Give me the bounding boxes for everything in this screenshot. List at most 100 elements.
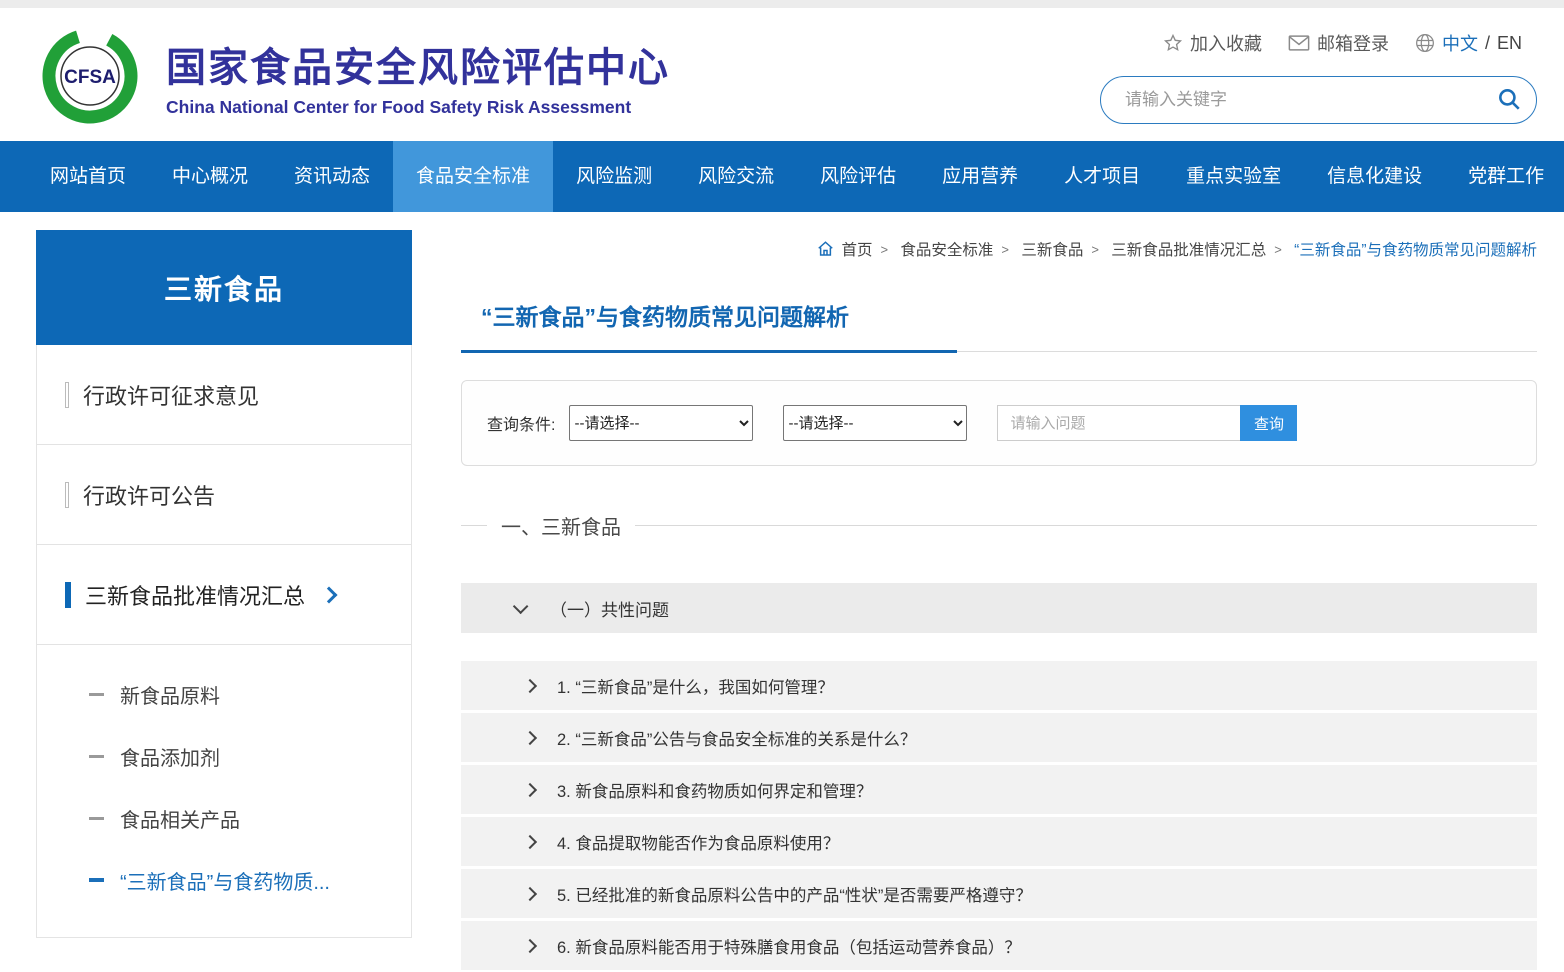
item-marker [65,482,69,508]
accordion-label: （一）共性问题 [550,596,669,621]
search-button[interactable] [1482,77,1536,123]
search-input[interactable] [1125,90,1482,110]
item-marker [65,582,71,608]
sidebar-item-label: 行政许可公告 [83,479,215,511]
question-input[interactable] [997,405,1240,441]
site-search [1100,76,1537,124]
breadcrumb-item[interactable]: 三新食品 > [1021,238,1107,260]
question-row[interactable]: 5. 已经批准的新食品原料公告中的产品“性状”是否需要严格遵守？ [461,869,1537,918]
sidebar: 三新食品 行政许可征求意见 行政许可公告 [36,230,412,938]
nav-item[interactable]: 应用营养 [919,141,1041,212]
question-text: 1. “三新食品”是什么，我国如何管理？ [557,674,834,698]
sidebar-subitems: 新食品原料 食品添加剂 食品相关产品 “三新食品”与食药物质.. [37,645,411,937]
nav-item[interactable]: 党群工作 [1445,141,1564,212]
question-row[interactable]: 3. 新食品原料和食药物质如何界定和管理？ [461,765,1537,814]
home-icon[interactable] [816,240,835,258]
sidebar-items: 行政许可征求意见 行政许可公告 三新食品批准情况汇总 [37,345,411,645]
cfsa-logo-icon: CFSA [34,26,146,126]
main-navbar: 网站首页 中心概况 资讯动态 食品安全标准 风险监测 风险交流 风险评估 应用营… [0,141,1564,212]
breadcrumb: 首页 > 食品安全标准 > 三新食品 > 三新食品批准情况汇总 [461,238,1537,260]
dash-icon [89,755,104,758]
question-row[interactable]: 2. “三新食品”公告与食品安全标准的关系是什么？ [461,713,1537,762]
site-header: CFSA 国家食品安全风险评估中心 China National Center … [0,8,1564,141]
chevron-right-icon [523,678,537,692]
chevron-right-icon [523,938,537,952]
site-title-en: China National Center for Food Safety Ri… [166,97,670,118]
query-select-2[interactable]: --请选择-- [783,405,967,441]
sidebar-subitem-label: 食品添加剂 [120,742,220,771]
breadcrumb-item[interactable]: 三新食品批准情况汇总 > [1111,238,1290,260]
query-button[interactable]: 查询 [1240,405,1297,441]
nav-item[interactable]: 食品安全标准 [393,141,553,212]
sidebar-subitem[interactable]: “三新食品”与食药物质... [37,849,411,911]
query-panel: 查询条件: --请选择-- --请选择-- 查询 [461,380,1537,466]
add-favorite-label: 加入收藏 [1190,30,1262,56]
sidebar-subitem-label: 新食品原料 [120,680,220,709]
breadcrumb-item[interactable]: “三新食品”与食药物质常见问题解析 > [1294,238,1537,260]
question-row[interactable]: 1. “三新食品”是什么，我国如何管理？ [461,661,1537,710]
question-text: 4. 食品提取物能否作为食品原料使用？ [557,830,839,854]
query-label: 查询条件: [487,411,555,435]
nav-item[interactable]: 风险评估 [797,141,919,212]
breadcrumb-label: 首页 [841,238,872,260]
sidebar-subitem[interactable]: 新食品原料 [37,663,411,725]
breadcrumb-separator: > [1001,242,1009,257]
nav-item[interactable]: 中心概况 [149,141,271,212]
add-favorite-link[interactable]: 加入收藏 [1163,30,1262,56]
sidebar-title: 三新食品 [36,230,412,345]
page-title: “三新食品”与食药物质常见问题解析 [481,298,849,332]
section-heading-row: 一、三新食品 [461,511,1537,540]
nav-item[interactable]: 重点实验室 [1163,141,1304,212]
svg-text:CFSA: CFSA [64,67,116,88]
question-row[interactable]: 4. 食品提取物能否作为食品原料使用？ [461,817,1537,866]
nav-item[interactable]: 资讯动态 [271,141,393,212]
sidebar-menu: 行政许可征求意见 行政许可公告 三新食品批准情况汇总 [36,345,412,938]
query-select-1[interactable]: --请选择-- [569,405,753,441]
section-title: 一、三新食品 [487,511,635,540]
mail-login-link[interactable]: 邮箱登录 [1288,30,1389,56]
chevron-right-icon [523,730,537,744]
breadcrumb-item[interactable]: 食品安全标准 > [900,238,1017,260]
mail-login-label: 邮箱登录 [1317,30,1389,56]
breadcrumb-label: “三新食品”与食药物质常见问题解析 [1294,238,1537,260]
nav-item[interactable]: 风险监测 [553,141,675,212]
question-text: 3. 新食品原料和食药物质如何界定和管理？ [557,778,872,802]
sidebar-subitem-label: 食品相关产品 [120,804,240,833]
site-title-zh: 国家食品安全风险评估中心 [166,35,670,93]
breadcrumb-label: 三新食品批准情况汇总 [1111,238,1266,260]
sidebar-item-label: 三新食品批准情况汇总 [85,579,305,611]
question-text: 6. 新食品原料能否用于特殊膳食用食品（包括运动营养食品）？ [557,934,1021,958]
topbar-utilities: 加入收藏 邮箱登录 中 [1163,30,1522,56]
lang-en-link[interactable]: EN [1497,33,1522,54]
chevron-right-icon [523,782,537,796]
nav-item[interactable]: 人才项目 [1041,141,1163,212]
section-line-right [635,525,1537,526]
nav-item[interactable]: 信息化建设 [1304,141,1445,212]
sidebar-subitem-label: “三新食品”与食药物质... [120,866,330,895]
sidebar-subitem[interactable]: 食品添加剂 [37,725,411,787]
lang-zh-link[interactable]: 中文 [1442,30,1478,56]
sidebar-item[interactable]: 行政许可征求意见 [37,345,411,445]
nav-item[interactable]: 网站首页 [27,141,149,212]
breadcrumb-item[interactable]: 首页 > [841,238,896,260]
sidebar-subitem[interactable]: 食品相关产品 [37,787,411,849]
lang-separator: / [1485,33,1490,54]
sidebar-item-label: 行政许可征求意见 [83,379,259,411]
breadcrumb-separator: > [1274,242,1282,257]
globe-icon [1415,33,1435,53]
question-text: 2. “三新食品”公告与食品安全标准的关系是什么？ [557,726,916,750]
site-logo[interactable]: CFSA 国家食品安全风险评估中心 China National Center … [34,24,454,128]
section-line-left [461,525,487,526]
chevron-right-icon [321,586,338,603]
nav-item[interactable]: 风险交流 [675,141,797,212]
dash-icon [89,693,104,696]
search-icon [1496,86,1522,115]
language-switcher: 中文 / EN [1415,30,1522,56]
accordion-header[interactable]: （一）共性问题 [461,583,1537,633]
question-text: 5. 已经批准的新食品原料公告中的产品“性状”是否需要严格遵守？ [557,882,1032,906]
question-row[interactable]: 6. 新食品原料能否用于特殊膳食用食品（包括运动营养食品）？ [461,921,1537,970]
sidebar-item[interactable]: 行政许可公告 [37,445,411,545]
dash-icon [89,878,104,882]
sidebar-item[interactable]: 三新食品批准情况汇总 [37,545,411,645]
nav-list: 网站首页 中心概况 资讯动态 食品安全标准 风险监测 风险交流 风险评估 应用营… [0,141,1564,212]
